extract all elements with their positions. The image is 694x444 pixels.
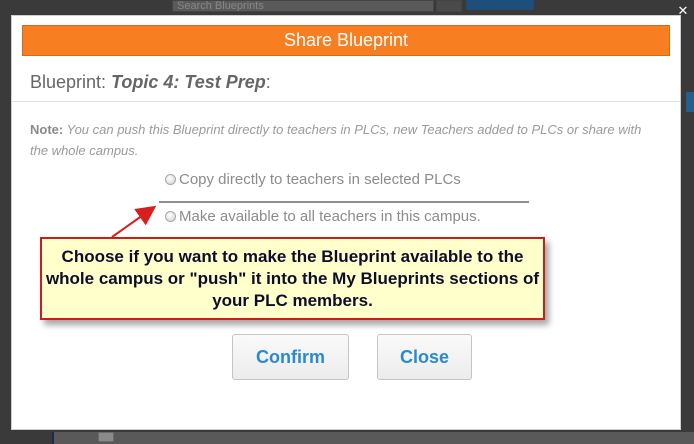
confirm-button[interactable]: Confirm xyxy=(232,334,349,380)
background-search-button xyxy=(436,0,462,12)
background-search-input: Search Blueprints xyxy=(172,0,434,12)
background-top-button xyxy=(466,0,534,10)
close-button[interactable]: Close xyxy=(377,334,472,380)
share-blueprint-dialog: Share Blueprint Blueprint: Topic 4: Test… xyxy=(11,15,681,430)
background-bottom-panel xyxy=(52,432,694,444)
background-bottom-box xyxy=(98,432,114,442)
background-side-tab xyxy=(686,92,694,112)
